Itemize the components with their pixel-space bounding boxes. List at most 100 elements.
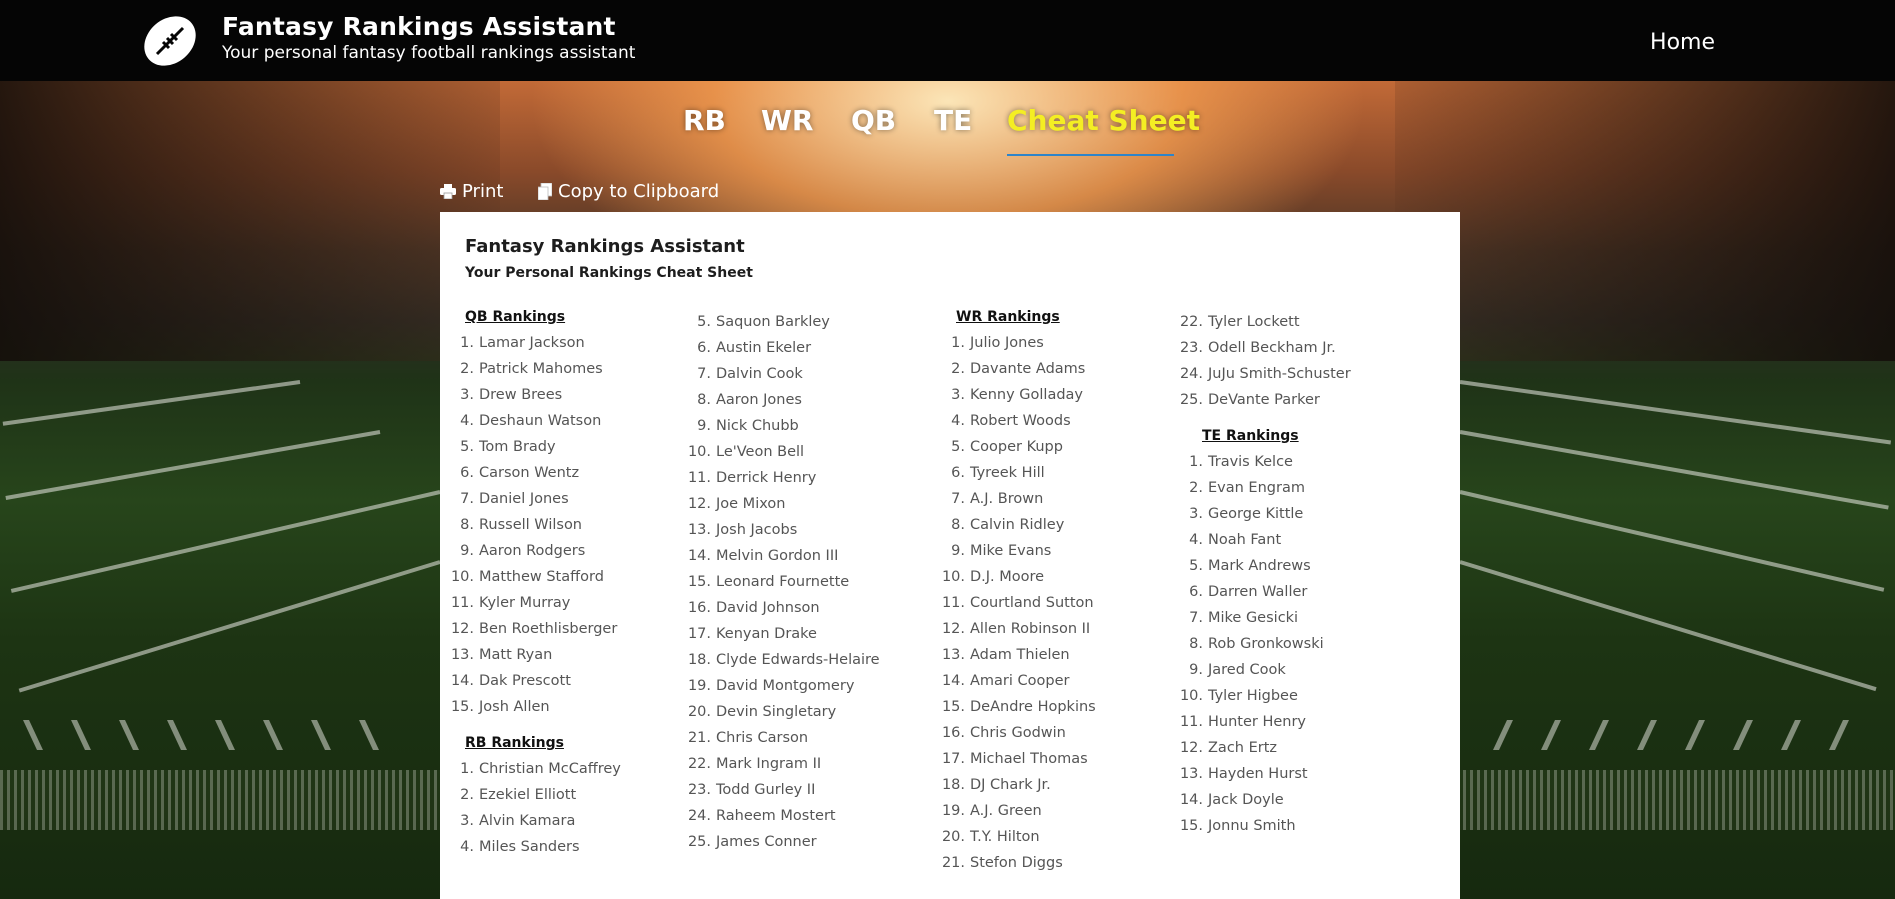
print-label: Print [462, 181, 504, 202]
qb-rankings-heading: QB Rankings [465, 309, 566, 325]
player-name: Ben Roethlisberger [479, 621, 618, 637]
rank-number: 9. [460, 543, 474, 559]
player-name: Dak Prescott [479, 673, 571, 689]
rank-number: 11. [941, 595, 965, 611]
rank-number: 20. [941, 829, 965, 845]
tab-cheat-sheet[interactable]: Cheat Sheet [1007, 104, 1200, 137]
player-name: Raheem Mostert [716, 808, 836, 824]
player-name: Calvin Ridley [970, 517, 1065, 533]
rb-rank-item: 21. Chris Carson [677, 725, 880, 751]
player-name: Cooper Kupp [970, 439, 1063, 455]
player-name: Travis Kelce [1208, 454, 1293, 470]
tab-qb[interactable]: QB [851, 104, 896, 137]
wr-rank-item: 3. Kenny Golladay [931, 382, 1096, 408]
te-rank-item: 3. George Kittle [1169, 501, 1351, 527]
player-name: Hunter Henry [1208, 714, 1307, 730]
wr-rank-item: 24. JuJu Smith-Schuster [1169, 361, 1351, 387]
wr-rankings-heading: WR Rankings [956, 309, 1060, 325]
wr-rank-item: 2. Davante Adams [931, 356, 1096, 382]
player-name: Tyler Higbee [1208, 688, 1298, 704]
rank-number: 21. [687, 730, 711, 746]
rb-rank-item: 16. David Johnson [677, 595, 880, 621]
player-name: Christian McCaffrey [479, 761, 621, 777]
te-rankings-heading: TE Rankings [1202, 428, 1299, 444]
tab-rb[interactable]: RB [683, 104, 726, 137]
rank-number: 1. [1189, 454, 1203, 470]
rank-number: 13. [1179, 766, 1203, 782]
rank-number: 12. [450, 621, 474, 637]
player-name: Mark Andrews [1208, 558, 1311, 574]
rank-number: 10. [450, 569, 474, 585]
wr-rankings-list: 1. Julio Jones 2. Davante Adams 3. Kenny Goll… [931, 330, 1096, 876]
wr-rank-item: 17. Michael Thomas [931, 746, 1096, 772]
player-name: Evan Engram [1208, 480, 1305, 496]
rank-number: 17. [941, 751, 965, 767]
rank-number: 22. [1179, 314, 1203, 330]
player-name: Aaron Jones [716, 392, 802, 408]
player-name: Deshaun Watson [479, 413, 602, 429]
tab-wr[interactable]: WR [761, 104, 813, 137]
rank-number: 11. [450, 595, 474, 611]
rb-rank-item: 14. Melvin Gordon III [677, 543, 880, 569]
player-name: Russell Wilson [479, 517, 583, 533]
football-icon[interactable] [139, 12, 201, 70]
player-name: DJ Chark Jr. [970, 777, 1051, 793]
app-title[interactable]: Fantasy Rankings Assistant [222, 12, 616, 41]
player-name: Matt Ryan [479, 647, 553, 663]
cheat-sheet-subtitle: Your Personal Rankings Cheat Sheet [465, 265, 753, 281]
player-name: Tyler Lockett [1208, 314, 1300, 330]
print-button[interactable]: Print [440, 181, 503, 202]
rank-number: 6. [460, 465, 474, 481]
qb-rank-item: 9. Aaron Rodgers [440, 538, 621, 564]
rank-number: 9. [951, 543, 965, 559]
te-rank-item: 9. Jared Cook [1169, 657, 1351, 683]
rank-number: 13. [687, 522, 711, 538]
rb-rankings-list: 1. Christian McCaffrey 2. Ezekiel Elliott 3.… [440, 756, 621, 860]
qb-rank-item: 7. Daniel Jones [440, 486, 621, 512]
rb-rank-item: 24. Raheem Mostert [677, 803, 880, 829]
rank-number: 8. [1189, 636, 1203, 652]
rank-number: 13. [450, 647, 474, 663]
rank-number: 1. [460, 761, 474, 777]
player-name: JuJu Smith-Schuster [1208, 366, 1351, 382]
qb-rankings-list: 1. Lamar Jackson 2. Patrick Mahomes 3. Drew B… [440, 330, 621, 720]
rank-number: 3. [460, 813, 474, 829]
tab-te[interactable]: TE [934, 104, 972, 137]
player-name: Saquon Barkley [716, 314, 830, 330]
wr-rank-item: 25. DeVante Parker [1169, 387, 1351, 413]
rb-rank-item: 12. Joe Mixon [677, 491, 880, 517]
player-name: Mark Ingram II [716, 756, 822, 772]
wr-rank-item: 9. Mike Evans [931, 538, 1096, 564]
rank-number: 20. [687, 704, 711, 720]
player-name: Chris Godwin [970, 725, 1066, 741]
player-name: Todd Gurley II [716, 782, 816, 798]
player-name: Aaron Rodgers [479, 543, 586, 559]
rank-number: 8. [951, 517, 965, 533]
player-name: David Johnson [716, 600, 820, 616]
column-1: QB Rankings 1. Lamar Jackson 2. Patrick Mah… [440, 304, 621, 860]
nav-home-link[interactable]: Home [1650, 30, 1715, 55]
te-rank-item: 4. Noah Fant [1169, 527, 1351, 553]
wr-rank-item: 20. T.Y. Hilton [931, 824, 1096, 850]
rank-number: 5. [460, 439, 474, 455]
player-name: Miles Sanders [479, 839, 580, 855]
rank-number: 3. [460, 387, 474, 403]
rank-number: 16. [941, 725, 965, 741]
rb-rank-item: 17. Kenyan Drake [677, 621, 880, 647]
qb-rank-item: 6. Carson Wentz [440, 460, 621, 486]
column-2: 5. Saquon Barkley 6. Austin Ekeler 7. Dalvin … [677, 309, 880, 855]
player-name: Patrick Mahomes [479, 361, 603, 377]
player-name: Kyler Murray [479, 595, 571, 611]
te-rank-item: 5. Mark Andrews [1169, 553, 1351, 579]
rank-number: 6. [697, 340, 711, 356]
rank-number: 6. [1189, 584, 1203, 600]
rank-number: 5. [951, 439, 965, 455]
app-subtitle: Your personal fantasy football rankings … [222, 43, 636, 63]
rb-rank-item: 5. Saquon Barkley [677, 309, 880, 335]
column-3: WR Rankings 1. Julio Jones 2. Davante Adams… [931, 304, 1096, 876]
player-name: David Montgomery [716, 678, 855, 694]
qb-rank-item: 14. Dak Prescott [440, 668, 621, 694]
rank-number: 9. [697, 418, 711, 434]
te-rank-item: 15. Jonnu Smith [1169, 813, 1351, 839]
copy-to-clipboard-button[interactable]: Copy to Clipboard [538, 181, 719, 202]
